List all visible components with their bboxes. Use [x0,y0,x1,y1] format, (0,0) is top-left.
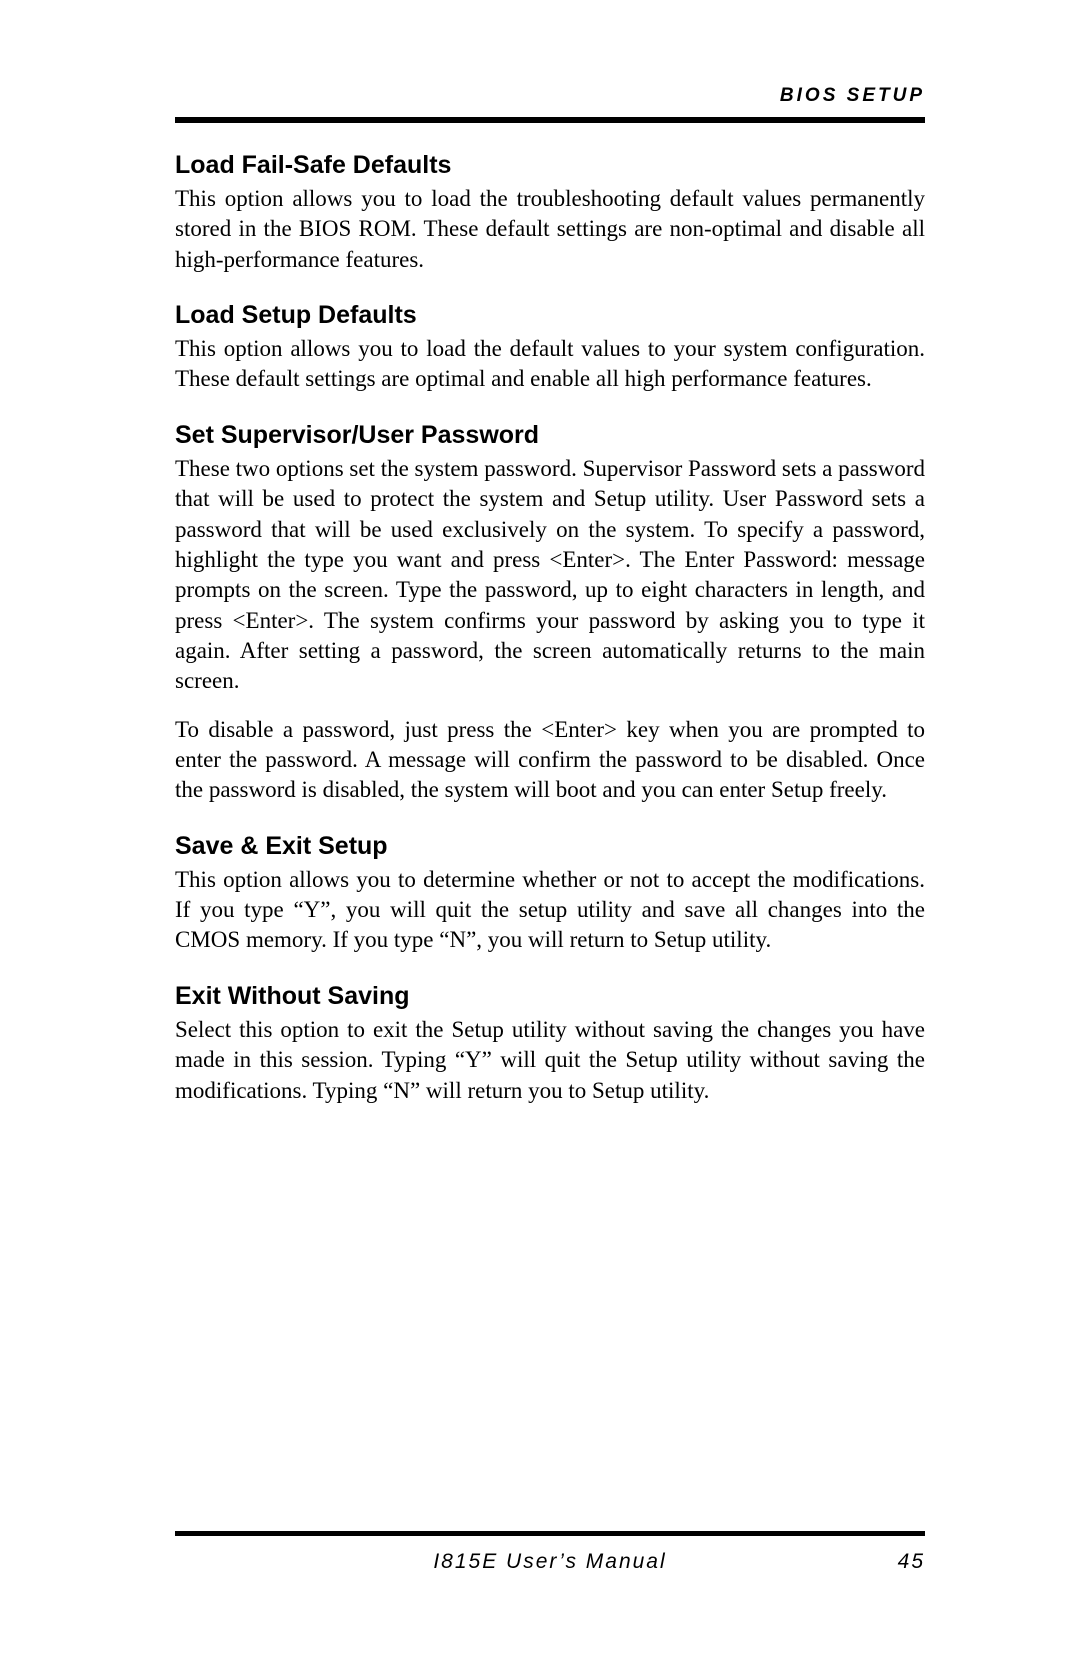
section-body: This option allows you to load the defau… [175,334,925,395]
footer-line: I815E User’s Manual 45 [175,1550,925,1574]
section-body: To disable a password, just press the <E… [175,715,925,806]
section-heading: Set Supervisor/User Password [175,421,925,450]
section-exit-without-saving: Exit Without Saving Select this option t… [175,982,925,1106]
section-body: This option allows you to load the troub… [175,184,925,275]
footer-manual-title: I815E User’s Manual [175,1550,925,1574]
footer-page-number: 45 [898,1550,925,1574]
page-content: BIOS SETUP Load Fail-Safe Defaults This … [0,0,1080,1106]
section-heading: Save & Exit Setup [175,832,925,861]
page-footer: I815E User’s Manual 45 [175,1531,925,1574]
section-heading: Load Setup Defaults [175,301,925,330]
section-set-password: Set Supervisor/User Password These two o… [175,421,925,806]
section-heading: Exit Without Saving [175,982,925,1011]
section-body: This option allows you to determine whet… [175,865,925,956]
section-load-fail-safe: Load Fail-Safe Defaults This option allo… [175,151,925,275]
section-load-setup-defaults: Load Setup Defaults This option allows y… [175,301,925,395]
top-rule [175,117,925,123]
section-heading: Load Fail-Safe Defaults [175,151,925,180]
section-body: These two options set the system passwor… [175,454,925,697]
bottom-rule [175,1531,925,1536]
section-body: Select this option to exit the Setup uti… [175,1015,925,1106]
running-header: BIOS SETUP [175,85,925,107]
section-save-exit: Save & Exit Setup This option allows you… [175,832,925,956]
